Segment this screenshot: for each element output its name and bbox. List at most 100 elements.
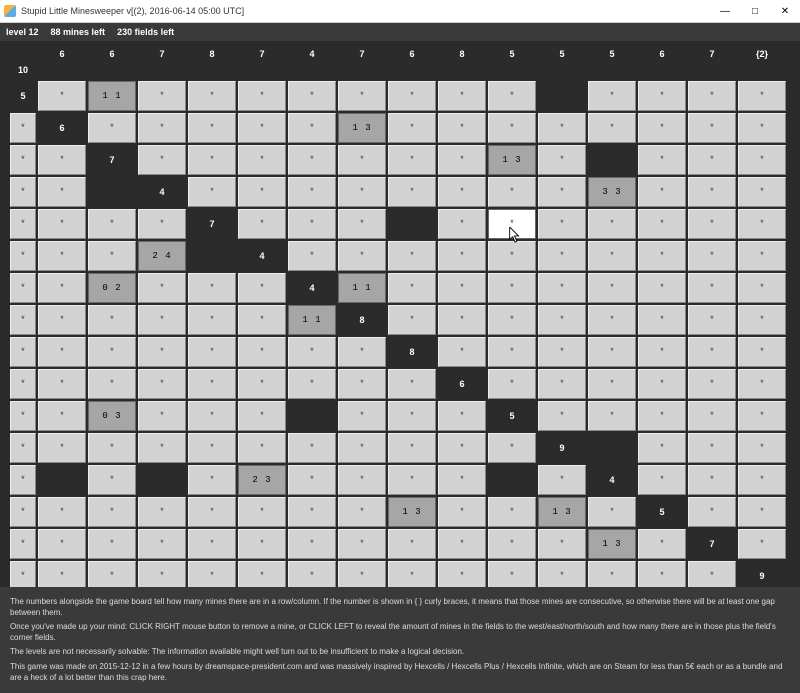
- unrevealed-cell[interactable]: *: [138, 145, 186, 175]
- unrevealed-cell[interactable]: *: [138, 497, 186, 527]
- unrevealed-cell[interactable]: *: [688, 177, 736, 207]
- unrevealed-cell[interactable]: *: [538, 241, 586, 271]
- unrevealed-cell[interactable]: *: [138, 529, 186, 559]
- unrevealed-cell[interactable]: *: [488, 337, 536, 367]
- unrevealed-cell[interactable]: *: [38, 145, 86, 175]
- unrevealed-cell[interactable]: *: [88, 433, 136, 463]
- unrevealed-cell[interactable]: *: [488, 241, 536, 271]
- unrevealed-cell[interactable]: *: [438, 209, 486, 239]
- unrevealed-cell[interactable]: *: [188, 337, 236, 367]
- unrevealed-cell[interactable]: *: [388, 177, 436, 207]
- unrevealed-cell[interactable]: *: [638, 145, 686, 175]
- unrevealed-cell[interactable]: *: [388, 401, 436, 431]
- unrevealed-cell[interactable]: *: [638, 401, 686, 431]
- unrevealed-cell[interactable]: *: [288, 177, 336, 207]
- unrevealed-cell[interactable]: *: [588, 273, 636, 303]
- unrevealed-cell[interactable]: *: [688, 145, 736, 175]
- unrevealed-cell[interactable]: *: [10, 305, 36, 335]
- unrevealed-cell[interactable]: *: [588, 337, 636, 367]
- unrevealed-cell[interactable]: *: [88, 465, 136, 495]
- unrevealed-cell[interactable]: *: [10, 177, 36, 207]
- unrevealed-cell[interactable]: *: [688, 433, 736, 463]
- unrevealed-cell[interactable]: *: [688, 401, 736, 431]
- unrevealed-cell[interactable]: *: [688, 337, 736, 367]
- unrevealed-cell[interactable]: *: [38, 401, 86, 431]
- unrevealed-cell[interactable]: *: [738, 145, 786, 175]
- clue-cell[interactable]: 1 3: [588, 529, 636, 559]
- unrevealed-cell[interactable]: *: [238, 497, 286, 527]
- clue-cell[interactable]: 1 1: [338, 273, 386, 303]
- unrevealed-cell[interactable]: *: [338, 401, 386, 431]
- unrevealed-cell[interactable]: *: [438, 497, 486, 527]
- unrevealed-cell[interactable]: *: [438, 273, 486, 303]
- unrevealed-cell[interactable]: *: [238, 81, 286, 111]
- unrevealed-cell[interactable]: *: [488, 273, 536, 303]
- unrevealed-cell[interactable]: *: [238, 401, 286, 431]
- unrevealed-cell[interactable]: *: [238, 145, 286, 175]
- unrevealed-cell[interactable]: *: [438, 401, 486, 431]
- unrevealed-cell[interactable]: *: [638, 241, 686, 271]
- unrevealed-cell[interactable]: *: [88, 305, 136, 335]
- unrevealed-cell[interactable]: *: [388, 529, 436, 559]
- unrevealed-cell[interactable]: *: [188, 433, 236, 463]
- unrevealed-cell[interactable]: *: [338, 209, 386, 239]
- unrevealed-cell[interactable]: *: [538, 305, 586, 335]
- clue-cell[interactable]: 1 3: [538, 497, 586, 527]
- unrevealed-cell[interactable]: *: [638, 209, 686, 239]
- unrevealed-cell[interactable]: *: [188, 177, 236, 207]
- unrevealed-cell[interactable]: *: [338, 529, 386, 559]
- unrevealed-cell[interactable]: *: [488, 433, 536, 463]
- unrevealed-cell[interactable]: *: [388, 369, 436, 399]
- unrevealed-cell[interactable]: *: [588, 369, 636, 399]
- unrevealed-cell[interactable]: *: [488, 81, 536, 111]
- unrevealed-cell[interactable]: *: [488, 369, 536, 399]
- unrevealed-cell[interactable]: *: [738, 337, 786, 367]
- unrevealed-cell[interactable]: *: [38, 529, 86, 559]
- unrevealed-cell[interactable]: *: [538, 337, 586, 367]
- unrevealed-cell[interactable]: *: [688, 241, 736, 271]
- unrevealed-cell[interactable]: *: [438, 433, 486, 463]
- clue-cell[interactable]: 2 4: [138, 241, 186, 271]
- unrevealed-cell[interactable]: *: [10, 369, 36, 399]
- unrevealed-cell[interactable]: *: [638, 465, 686, 495]
- unrevealed-cell[interactable]: *: [688, 497, 736, 527]
- maximize-button[interactable]: □: [740, 0, 770, 22]
- unrevealed-cell[interactable]: *: [738, 529, 786, 559]
- unrevealed-cell[interactable]: *: [10, 113, 36, 143]
- unrevealed-cell[interactable]: *: [188, 273, 236, 303]
- unrevealed-cell[interactable]: *: [338, 337, 386, 367]
- clue-cell[interactable]: 0 2: [88, 273, 136, 303]
- unrevealed-cell[interactable]: *: [638, 305, 686, 335]
- unrevealed-cell[interactable]: *: [138, 369, 186, 399]
- unrevealed-cell[interactable]: *: [688, 81, 736, 111]
- unrevealed-cell[interactable]: *: [488, 305, 536, 335]
- unrevealed-cell[interactable]: *: [438, 113, 486, 143]
- unrevealed-cell[interactable]: *: [738, 401, 786, 431]
- unrevealed-cell[interactable]: *: [338, 497, 386, 527]
- unrevealed-cell[interactable]: *: [88, 497, 136, 527]
- unrevealed-cell[interactable]: *: [238, 529, 286, 559]
- unrevealed-cell[interactable]: *: [38, 497, 86, 527]
- unrevealed-cell[interactable]: *: [238, 337, 286, 367]
- unrevealed-cell[interactable]: *: [688, 369, 736, 399]
- unrevealed-cell[interactable]: *: [538, 369, 586, 399]
- unrevealed-cell[interactable]: *: [38, 433, 86, 463]
- unrevealed-cell[interactable]: *: [588, 497, 636, 527]
- unrevealed-cell[interactable]: *: [138, 305, 186, 335]
- unrevealed-cell[interactable]: *: [10, 433, 36, 463]
- unrevealed-cell[interactable]: *: [38, 209, 86, 239]
- unrevealed-cell[interactable]: *: [138, 81, 186, 111]
- unrevealed-cell[interactable]: *: [288, 113, 336, 143]
- unrevealed-cell[interactable]: *: [588, 81, 636, 111]
- unrevealed-cell[interactable]: *: [588, 401, 636, 431]
- unrevealed-cell[interactable]: *: [10, 273, 36, 303]
- unrevealed-cell[interactable]: *: [338, 177, 386, 207]
- unrevealed-cell[interactable]: *: [488, 497, 536, 527]
- unrevealed-cell[interactable]: *: [88, 241, 136, 271]
- clue-cell[interactable]: 1 3: [388, 497, 436, 527]
- unrevealed-cell[interactable]: *: [638, 273, 686, 303]
- clue-cell[interactable]: 1 3: [338, 113, 386, 143]
- clue-cell[interactable]: 1 3: [488, 145, 536, 175]
- unrevealed-cell[interactable]: *: [688, 273, 736, 303]
- hovered-cell[interactable]: *: [488, 209, 536, 239]
